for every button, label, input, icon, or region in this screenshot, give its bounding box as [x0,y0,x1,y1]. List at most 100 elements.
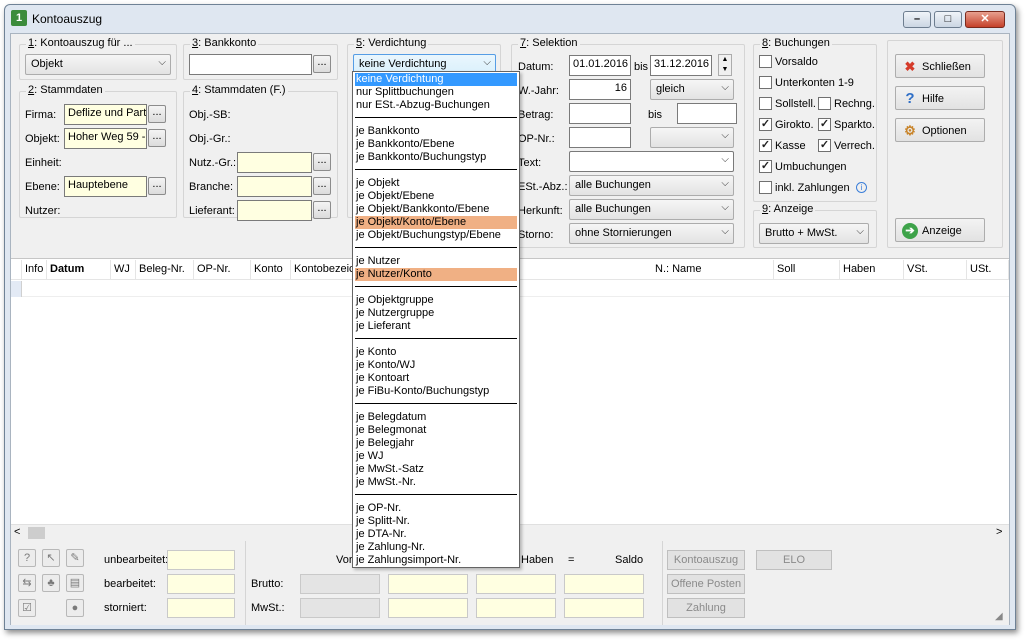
dropdown-option[interactable]: je Belegjahr [355,437,517,450]
column-header-datum[interactable]: Datum [47,260,111,279]
ebene-browse-button[interactable]: ... [148,177,166,195]
dropdown-option[interactable]: je Objekt/Ebene [355,190,517,203]
opnr-field[interactable] [569,127,631,148]
column-header-kontobezeichnung[interactable]: Kontobezeic [291,260,353,279]
column-header-vst[interactable]: VSt. [904,260,967,279]
scroll-right-arrow[interactable]: > [996,526,1002,538]
dropdown-option[interactable]: je Zahlung-Nr. [355,541,517,554]
opnr-select[interactable]: ⌵ [650,127,734,148]
flame-icon[interactable]: ● [66,599,84,617]
branche-browse-button[interactable]: ... [313,177,331,195]
kontoauszug-select[interactable]: Objekt ⌵ [25,54,171,75]
firma-field[interactable]: Deflize und Part [64,104,147,125]
dropdown-option[interactable]: je Nutzer [355,255,517,268]
pointer-icon[interactable]: ↖ [42,549,60,567]
verrech-checkbox[interactable]: ✓ [818,139,831,152]
dropdown-option[interactable]: je Lieferant [355,320,517,333]
dropdown-option[interactable]: je Nutzergruppe [355,307,517,320]
schliessen-button[interactable]: ✖ Schließen [895,54,985,78]
column-header-wj[interactable]: WJ [111,260,136,279]
dropdown-option[interactable]: je Bankkonto/Ebene [355,138,517,151]
zahlung-button[interactable]: Zahlung [667,598,745,618]
inkl-zahlungen-checkbox[interactable] [759,181,772,194]
datum-to-field[interactable]: 31.12.2016 [650,55,712,76]
dropdown-option-highlighted[interactable]: je Objekt/Konto/Ebene [355,216,517,229]
betrag-to-field[interactable] [677,103,737,124]
column-header-info[interactable]: Info [22,260,47,279]
kasse-checkbox[interactable]: ✓ [759,139,772,152]
question-icon[interactable]: ? [18,549,36,567]
umbuchungen-checkbox[interactable]: ✓ [759,160,772,173]
column-header-soll[interactable]: Soll [774,260,840,279]
objekt-browse-button[interactable]: ... [148,129,166,147]
nutzgr-browse-button[interactable]: ... [313,153,331,171]
dropdown-option[interactable]: je DTA-Nr. [355,528,517,541]
dropdown-option[interactable]: je Belegdatum [355,411,517,424]
info-icon[interactable]: i [856,182,867,193]
wjahr-operator-select[interactable]: gleich ⌵ [650,79,734,100]
hilfe-button[interactable]: ? Hilfe [895,86,985,110]
dropdown-option[interactable]: je MwSt.-Satz [355,463,517,476]
ebene-field[interactable]: Hauptebene [64,176,147,197]
elo-button[interactable]: ELO [756,550,832,570]
dropdown-option[interactable]: je FiBu-Konto/Buchungstyp [355,385,517,398]
row-selector[interactable] [11,281,22,297]
dropdown-option[interactable]: nur ESt.-Abzug-Buchungen [355,99,517,112]
column-header-belegnr[interactable]: Beleg-Nr. [136,260,194,279]
column-header-haben[interactable]: Haben [840,260,904,279]
verdichtung-dropdown-list[interactable]: keine Verdichtung nur Splittbuchungen nu… [352,71,520,568]
bankkonto-browse-button[interactable]: ... [313,55,331,73]
dropdown-option[interactable]: je MwSt.-Nr. [355,476,517,489]
dropdown-option[interactable]: je Konto/WJ [355,359,517,372]
firma-browse-button[interactable]: ... [148,105,166,123]
bankkonto-field[interactable] [189,54,312,75]
lieferant-browse-button[interactable]: ... [313,201,331,219]
dropdown-option[interactable]: je Objekt [355,177,517,190]
betrag-from-field[interactable] [569,103,631,124]
dropdown-option[interactable]: je Objekt/Buchungstyp/Ebene [355,229,517,242]
girokto-checkbox[interactable]: ✓ [759,118,772,131]
wjahr-field[interactable]: 16 [569,79,631,100]
branche-field[interactable] [237,176,312,197]
pen-icon[interactable]: ✎ [66,549,84,567]
transfer-icon[interactable]: ⇆ [18,574,36,592]
dropdown-option[interactable]: je WJ [355,450,517,463]
dropdown-option-highlighted[interactable]: je Nutzer/Konto [355,268,517,281]
lieferant-field[interactable] [237,200,312,221]
anzeige-select[interactable]: Brutto + MwSt. ⌵ [759,223,869,244]
unterkonten-checkbox[interactable] [759,76,772,89]
list-icon[interactable]: ▤ [66,574,84,592]
close-button[interactable]: ✕ [965,11,1005,28]
optionen-button[interactable]: ⚙ Optionen [895,118,985,142]
text-select[interactable]: ⌵ [569,151,734,172]
est-select[interactable]: alle Buchungen ⌵ [569,175,734,196]
stamp-icon[interactable]: ♣ [42,574,60,592]
maximize-button[interactable]: □ [934,11,962,28]
check-icon[interactable]: ☑ [18,599,36,617]
objekt-field[interactable]: Hoher Weg 59 - [64,128,147,149]
date-spinner[interactable]: ▲ ▼ [718,54,732,76]
dropdown-option[interactable]: je Objektgruppe [355,294,517,307]
column-header-konto[interactable]: Konto [251,260,291,279]
dropdown-option[interactable]: je Konto [355,346,517,359]
scroll-thumb[interactable] [28,527,45,539]
vorsaldo-checkbox[interactable] [759,55,772,68]
column-header-name[interactable]: N.: Name [652,260,774,279]
dropdown-option[interactable]: nur Splittbuchungen [355,86,517,99]
datum-from-field[interactable]: 01.01.2016 [569,55,631,76]
storno-select[interactable]: ohne Stornierungen ⌵ [569,223,734,244]
dropdown-option[interactable]: je Splitt-Nr. [355,515,517,528]
column-header-ust[interactable]: USt. [967,260,1009,279]
resize-grip-icon[interactable]: ◢ [995,611,1003,622]
herkunft-select[interactable]: alle Buchungen ⌵ [569,199,734,220]
dropdown-option[interactable]: je Objekt/Bankkonto/Ebene [355,203,517,216]
dropdown-option[interactable]: je OP-Nr. [355,502,517,515]
kontoauszug-button[interactable]: Kontoauszug [667,550,745,570]
dropdown-option[interactable]: je Bankkonto/Buchungstyp [355,151,517,164]
dropdown-option[interactable]: je Belegmonat [355,424,517,437]
sparkto-checkbox[interactable]: ✓ [818,118,831,131]
dropdown-option-keine-verdichtung[interactable]: keine Verdichtung [355,73,517,86]
dropdown-option[interactable]: je Bankkonto [355,125,517,138]
dropdown-option[interactable]: je Kontoart [355,372,517,385]
column-header-select[interactable] [11,260,22,279]
